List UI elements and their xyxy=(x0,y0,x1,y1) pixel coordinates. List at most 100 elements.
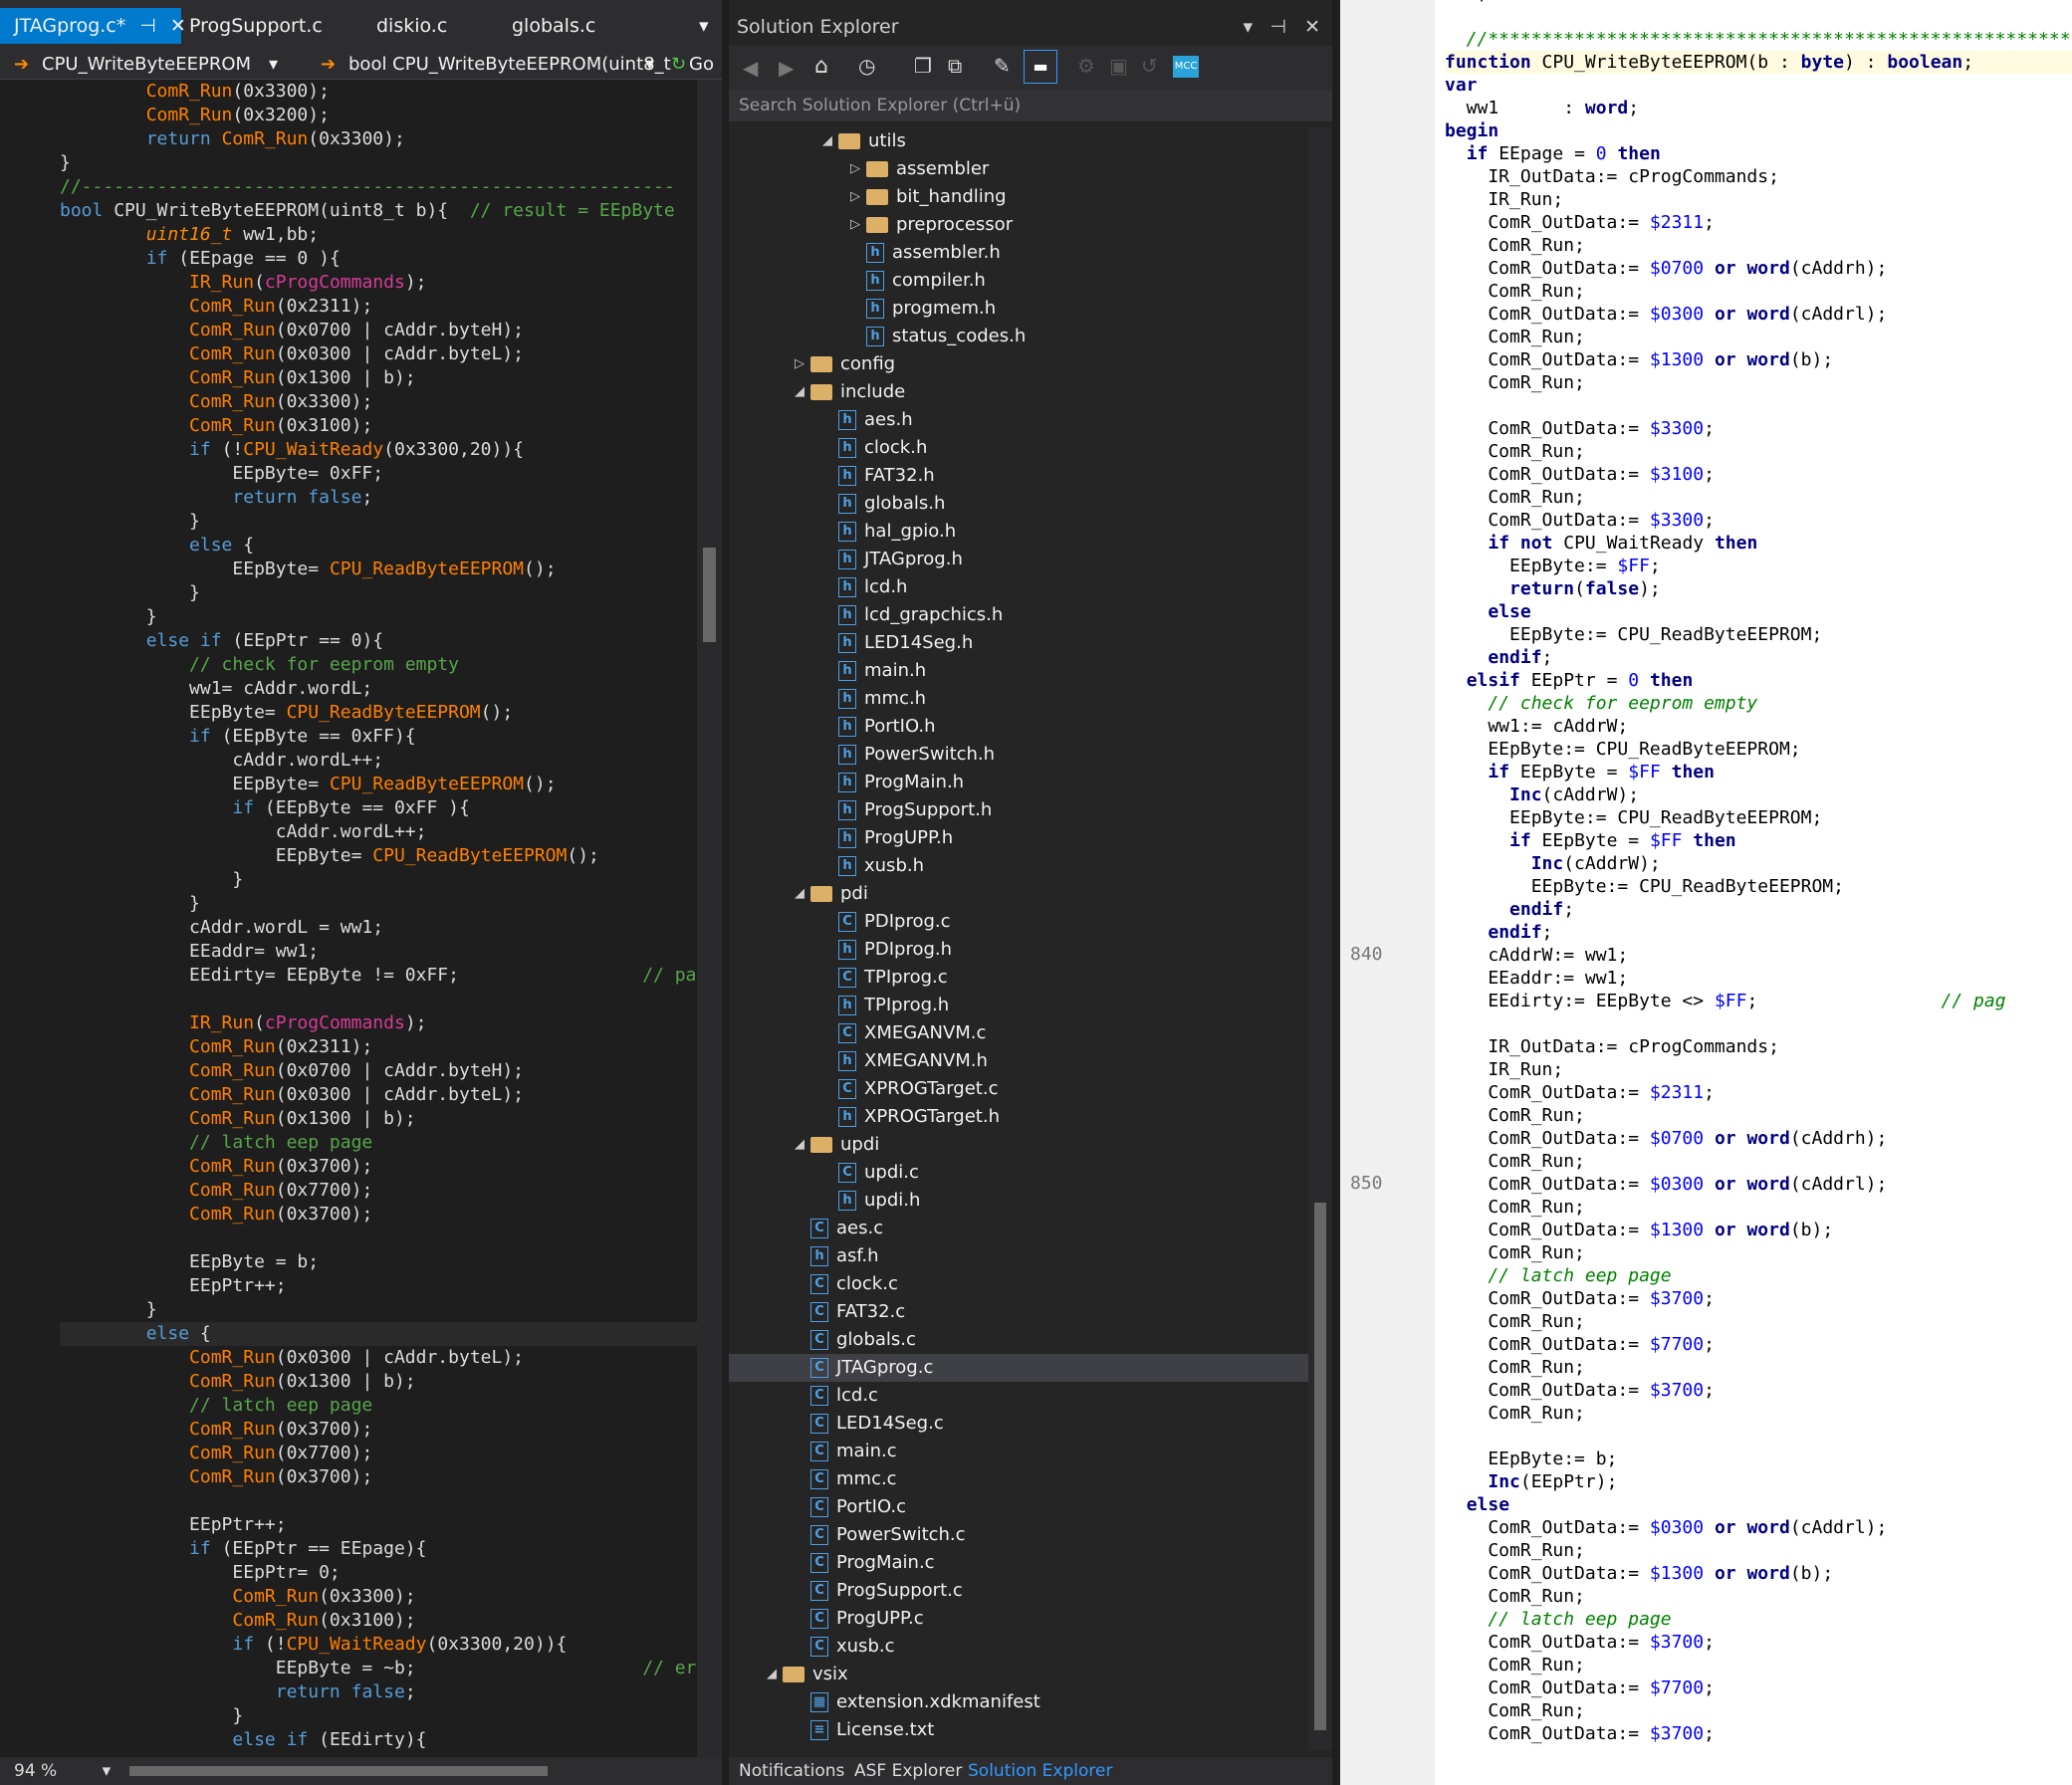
tree-item[interactable]: h PDIprog.h xyxy=(822,936,952,964)
expander-icon[interactable]: ▷ xyxy=(850,211,866,239)
tree-item[interactable]: h clock.h xyxy=(822,434,927,462)
tree-item[interactable]: h main.h xyxy=(822,657,926,685)
tree-item[interactable]: C PortIO.c xyxy=(795,1493,906,1521)
tree-item[interactable]: C TPIprog.c xyxy=(822,964,948,992)
tree-item[interactable]: C ProgSupport.c xyxy=(795,1577,963,1605)
tree-item[interactable]: ▷ preprocessor xyxy=(850,211,1013,239)
expander-icon[interactable]: ◢ xyxy=(822,127,838,155)
tree-item[interactable]: Clcd.c xyxy=(795,1382,878,1410)
history-icon[interactable]: ◷ xyxy=(858,54,875,78)
tree-item[interactable]: h updi.h xyxy=(822,1187,920,1215)
tree-item[interactable]: h asf.h xyxy=(795,1242,879,1270)
tree-item[interactable]: ▷ bit_handling xyxy=(850,183,1007,211)
tab-jtagprog[interactable]: JTAGprog.c* ⊣ ✕ xyxy=(0,8,186,44)
tree-item[interactable]: Cglobals.c xyxy=(795,1326,916,1354)
collapse-icon[interactable]: ❐ xyxy=(914,54,932,78)
zoom-dropdown-icon[interactable]: ▾ xyxy=(103,1761,112,1781)
tree-item[interactable]: ◢ utils xyxy=(822,127,906,155)
expander-icon[interactable]: ▷ xyxy=(850,183,866,211)
tree-item[interactable]: ◢ vsix xyxy=(767,1661,848,1688)
tree-item[interactable]: h TPIprog.h xyxy=(822,992,949,1019)
pin-icon[interactable]: ⊣ xyxy=(1269,12,1286,42)
tree-item[interactable]: Cxusb.c xyxy=(795,1633,894,1661)
tree-item[interactable]: h ProgSupport.h xyxy=(822,796,992,824)
tree-item[interactable]: h lcd_grapchics.h xyxy=(822,601,1003,629)
dropdown-icon[interactable]: ▾ xyxy=(269,50,278,80)
tree-item[interactable]: ▷ config xyxy=(795,350,895,378)
tree-item[interactable]: h aes.h xyxy=(822,406,913,434)
scroll-thumb[interactable] xyxy=(1314,1203,1326,1730)
tree-item[interactable]: Cmmc.c xyxy=(795,1465,897,1493)
tree-item[interactable]: ▷ assembler xyxy=(850,155,989,183)
tree-item[interactable]: ◢ include xyxy=(795,378,905,406)
tree-item[interactable]: h lcd.h xyxy=(822,573,907,601)
pascal-code-area[interactable]: end; //*********************************… xyxy=(1445,0,2072,1785)
zoom-level[interactable]: 94 % xyxy=(14,1761,57,1781)
dropdown-icon[interactable]: ▾ xyxy=(1243,12,1253,42)
pin-icon[interactable]: ⊣ xyxy=(139,15,156,37)
tree-item[interactable]: C XMEGANVM.c xyxy=(822,1019,986,1047)
tree-item[interactable]: h xusb.h xyxy=(822,852,924,880)
tree-item[interactable]: h FAT32.h xyxy=(822,462,935,490)
tree-item[interactable]: h XMEGANVM.h xyxy=(822,1047,988,1075)
expander-icon[interactable]: ▷ xyxy=(795,350,810,378)
tree-item[interactable]: h mmc.h xyxy=(822,685,926,713)
tree-item[interactable]: h ProgMain.h xyxy=(822,769,964,796)
close-icon[interactable]: ✕ xyxy=(1304,12,1320,42)
tree-item[interactable]: h status_codes.h xyxy=(850,323,1026,350)
tree-item[interactable]: h XPROGTarget.h xyxy=(822,1103,1000,1131)
function-dropdown[interactable]: CPU_WriteByteEEPROM xyxy=(42,50,251,80)
dropdown-icon[interactable]: ▾ xyxy=(645,50,654,80)
tree-item[interactable]: C ProgUPP.c xyxy=(795,1605,924,1633)
tree-item[interactable]: ▦ extension.xdkmanifest xyxy=(795,1688,1040,1716)
tab-asf-explorer[interactable]: ASF Explorer xyxy=(854,1757,962,1785)
expander-icon[interactable]: ◢ xyxy=(795,378,810,406)
signature-dropdown[interactable]: bool CPU_WriteByteEEPROM(uint8_t xyxy=(348,50,671,80)
forward-icon[interactable]: ▶ xyxy=(779,56,794,80)
expander-icon[interactable]: ◢ xyxy=(795,1131,810,1159)
tree-item[interactable]: h progmem.h xyxy=(850,295,996,323)
tree-item[interactable]: Cclock.c xyxy=(795,1270,898,1298)
expander-icon[interactable]: ▷ xyxy=(850,155,866,183)
tree-item[interactable]: h assembler.h xyxy=(850,239,1001,267)
mcc-icon[interactable]: MCC xyxy=(1173,56,1199,78)
tree-item[interactable]: h PortIO.h xyxy=(822,713,936,741)
tree-item[interactable]: C PowerSwitch.c xyxy=(795,1521,966,1549)
search-input[interactable]: Search Solution Explorer (Ctrl+ü) xyxy=(729,90,1332,121)
close-icon[interactable]: ✕ xyxy=(170,15,186,37)
tree-item[interactable]: ◢ updi xyxy=(795,1131,879,1159)
tree-item[interactable]: C FAT32.c xyxy=(795,1298,905,1326)
code-area[interactable]: ComR_Run(0x3300); ComR_Run(0x3200); retu… xyxy=(0,80,697,1757)
tree-item[interactable]: Caes.c xyxy=(795,1215,883,1242)
solution-tree[interactable]: ◢ utils ▷ assembler ▷ bit_handling ▷ preprocess… xyxy=(729,127,1308,1740)
tree-item[interactable]: ◢ pdi xyxy=(795,880,868,908)
tree-item[interactable]: h compiler.h xyxy=(850,267,986,295)
properties-icon[interactable]: ✎ xyxy=(994,54,1011,78)
tree-item[interactable]: C JTAGprog.c xyxy=(729,1354,1308,1382)
tab-diskio[interactable]: diskio.c xyxy=(376,8,447,44)
tab-globals[interactable]: globals.c xyxy=(512,8,595,44)
tree-item[interactable]: h PowerSwitch.h xyxy=(822,741,995,769)
tab-solution-explorer[interactable]: Solution Explorer xyxy=(968,1757,1112,1785)
tree-item[interactable]: h LED14Seg.h xyxy=(822,629,973,657)
tab-notifications[interactable]: Notifications xyxy=(739,1757,844,1785)
tree-item[interactable]: Cupdi.c xyxy=(822,1159,919,1187)
tree-scrollbar[interactable] xyxy=(1308,127,1332,1750)
tree-item[interactable]: h hal_gpio.h xyxy=(822,518,956,546)
tree-item[interactable]: C XPROGTarget.c xyxy=(822,1075,998,1103)
tree-item[interactable]: C ProgMain.c xyxy=(795,1549,935,1577)
tab-overflow-icon[interactable]: ▾ xyxy=(699,8,709,44)
sync-icon[interactable]: ⧉ xyxy=(948,54,962,78)
tree-item[interactable]: h ProgUPP.h xyxy=(822,824,953,852)
home-icon[interactable]: ⌂ xyxy=(814,54,828,79)
preview-icon[interactable]: ▬ xyxy=(1024,50,1057,84)
tree-item[interactable]: ≡ License.txt xyxy=(795,1716,934,1740)
expander-icon[interactable]: ◢ xyxy=(795,880,810,908)
tree-item[interactable]: C PDIprog.c xyxy=(822,908,951,936)
tree-item[interactable]: h JTAGprog.h xyxy=(822,546,963,573)
expander-icon[interactable]: ◢ xyxy=(767,1661,783,1688)
horizontal-scroll-thumb[interactable] xyxy=(129,1766,548,1776)
tree-item[interactable]: h globals.h xyxy=(822,490,945,518)
tree-item[interactable]: C LED14Seg.c xyxy=(795,1410,944,1438)
back-icon[interactable]: ◀ xyxy=(743,56,758,80)
